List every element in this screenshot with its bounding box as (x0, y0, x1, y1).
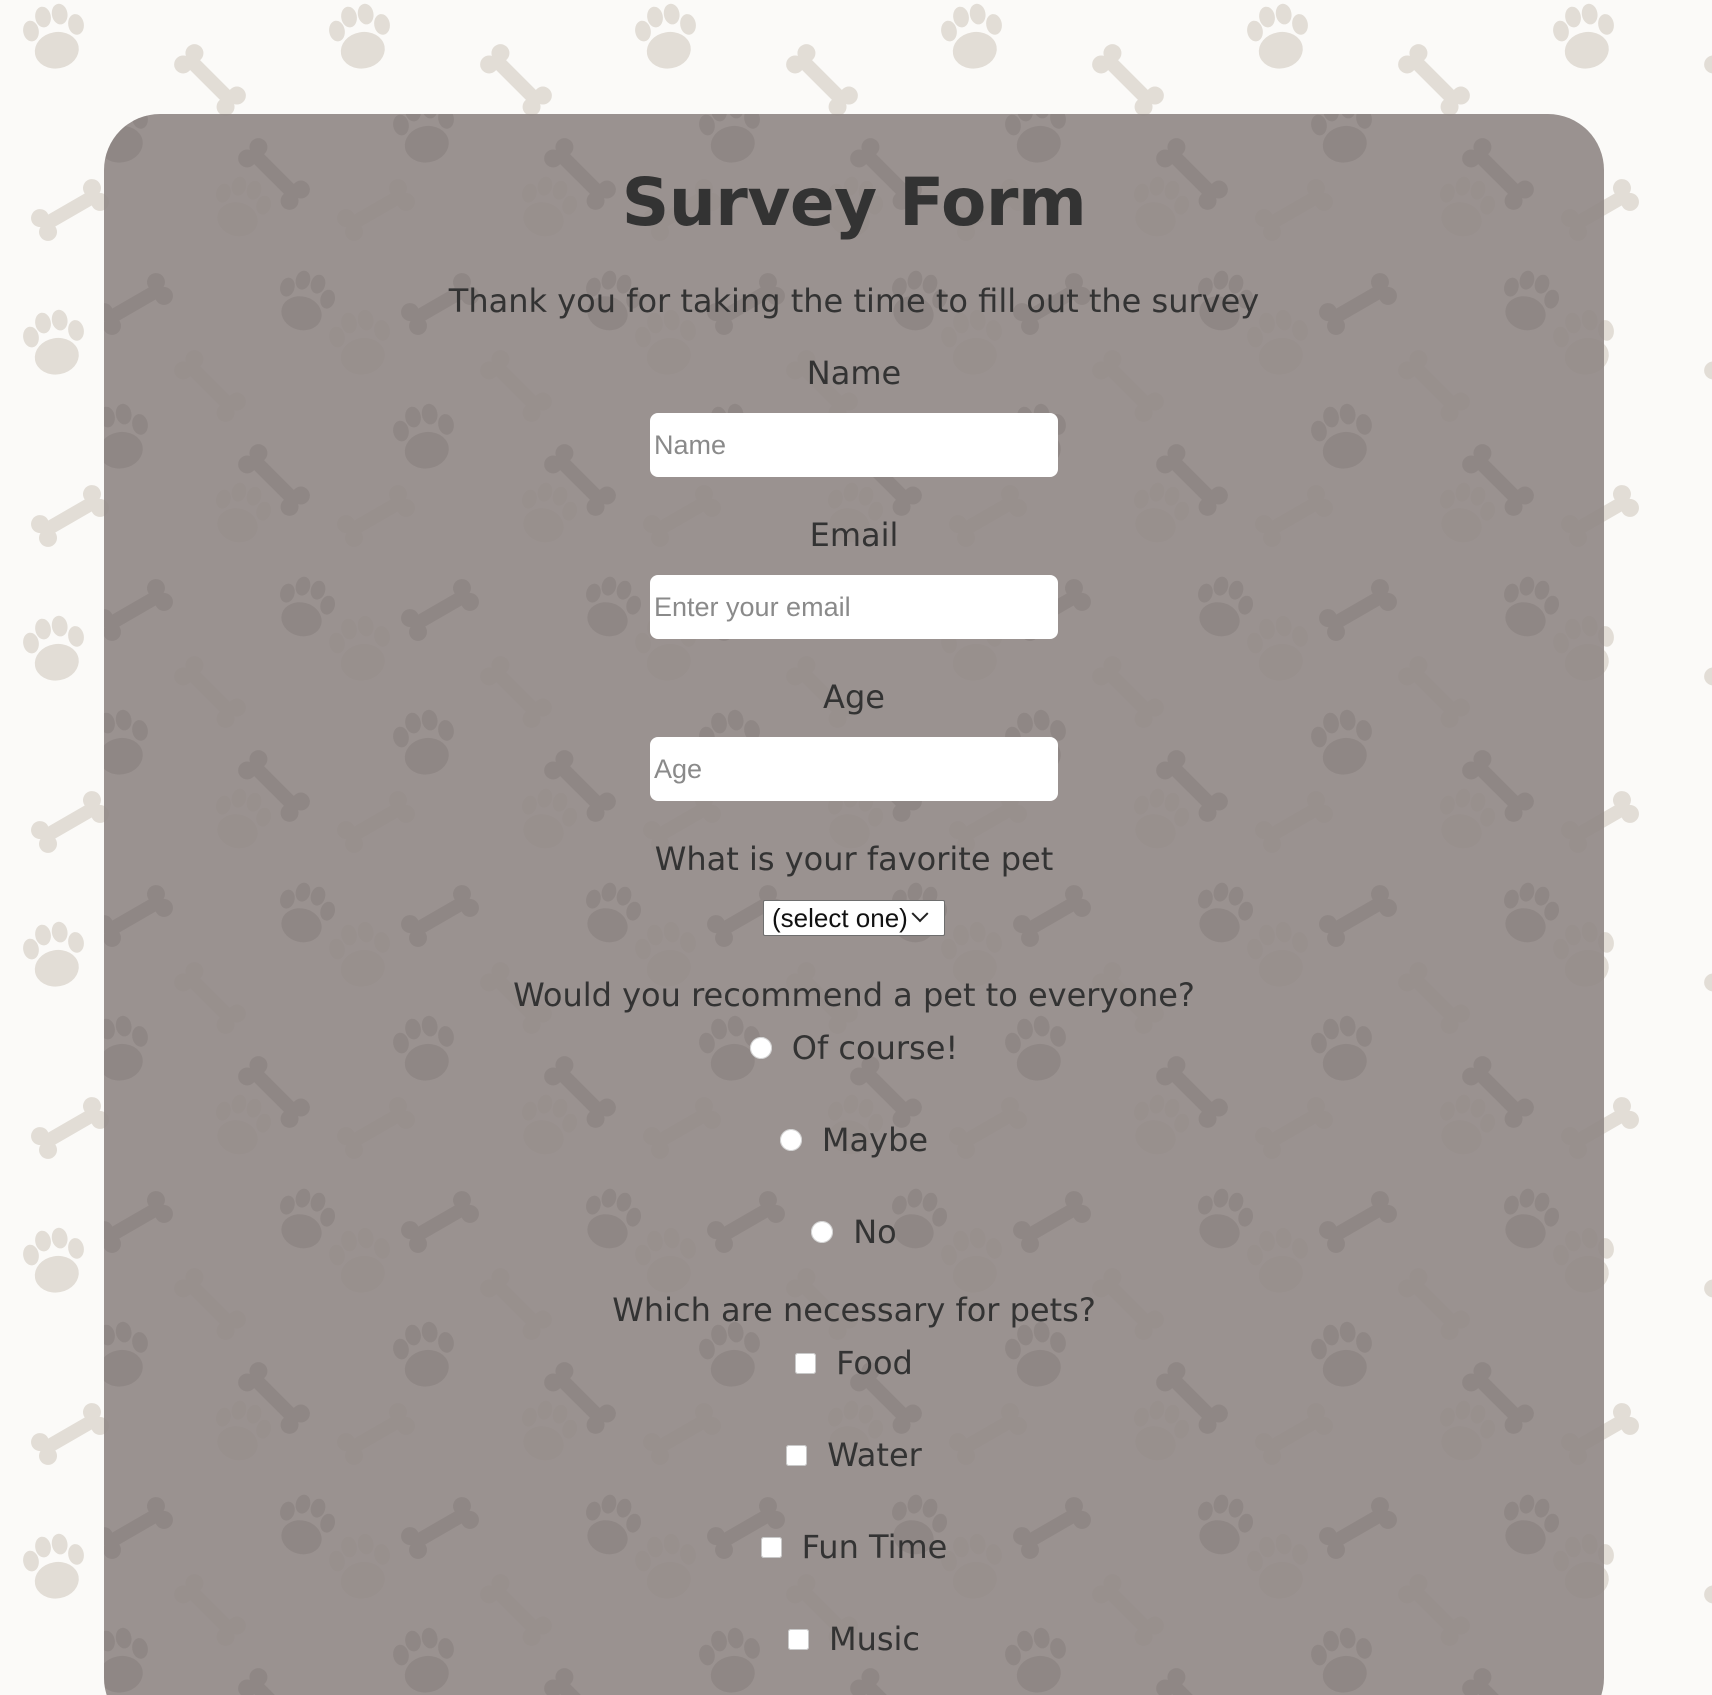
necessity-option-label: Food (836, 1344, 913, 1382)
checkbox[interactable] (786, 1444, 808, 1466)
checkbox[interactable] (787, 1628, 809, 1650)
necessity-option-label: Music (828, 1620, 921, 1658)
email-label: Email (809, 516, 899, 554)
necessity-option[interactable]: Water (104, 1435, 1604, 1475)
page-title: Survey Form (621, 164, 1087, 241)
recommend-label: Would you recommend a pet to everyone? (513, 976, 1195, 1014)
email-input[interactable] (650, 575, 1058, 639)
necessity-option[interactable]: Fun Time (104, 1527, 1604, 1567)
recommend-option-label: No (853, 1213, 897, 1251)
recommend-option[interactable]: Of course! (104, 1028, 1604, 1068)
radio-button[interactable] (749, 1037, 772, 1059)
age-label: Age (823, 678, 885, 716)
radio-button[interactable] (811, 1221, 834, 1243)
necessities-label: Which are necessary for pets? (612, 1291, 1096, 1329)
age-input[interactable] (650, 737, 1058, 801)
recommend-option[interactable]: Maybe (104, 1120, 1604, 1160)
necessity-option-label: Water (827, 1436, 922, 1474)
favorite-pet-label: What is your favorite pet (654, 840, 1054, 878)
radio-button[interactable] (779, 1129, 802, 1151)
favorite-pet-selected-value: (select one) (772, 902, 908, 933)
recommend-option-label: Maybe (821, 1121, 929, 1159)
checkbox[interactable] (760, 1536, 782, 1558)
necessity-option[interactable]: Food (104, 1343, 1604, 1383)
necessity-option-label: Fun Time (801, 1528, 948, 1566)
name-input[interactable] (650, 413, 1058, 477)
chevron-down-icon (911, 905, 929, 923)
survey-card: Survey Form Thank you for taking the tim… (104, 114, 1604, 1695)
form-description: Thank you for taking the time to fill ou… (448, 282, 1260, 320)
recommend-option[interactable]: No (104, 1212, 1604, 1252)
recommend-option-label: Of course! (791, 1029, 959, 1067)
name-label: Name (806, 354, 902, 392)
favorite-pet-select[interactable]: (select one) (763, 900, 945, 936)
checkbox[interactable] (795, 1352, 817, 1374)
necessity-option[interactable]: Music (104, 1619, 1604, 1659)
